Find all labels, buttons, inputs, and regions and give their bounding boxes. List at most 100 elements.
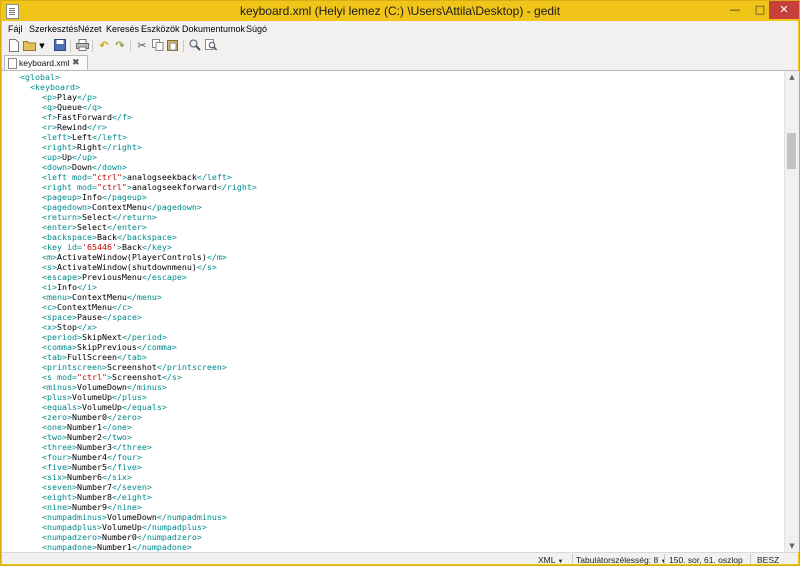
menu-edit[interactable]: Szerkesztés (29, 24, 78, 34)
code-line: <tab>FullScreen</tab> (2, 352, 257, 362)
minimize-button[interactable]: — (722, 1, 748, 19)
code-line: <backspace>Back</backspace> (2, 232, 257, 242)
close-window-button[interactable]: ✕ (769, 1, 799, 19)
find-icon[interactable] (188, 39, 202, 53)
xml-tag: <pageup> (42, 192, 82, 202)
open-dropdown-icon[interactable]: ▼ (38, 39, 46, 53)
code-line: <three>Number3</three> (2, 442, 257, 452)
scrollbar-thumb[interactable] (787, 133, 796, 169)
menu-search[interactable]: Keresés (106, 24, 139, 34)
tab-keyboard-xml[interactable]: keyboard.xml ✖ (4, 55, 88, 70)
xml-text: Number3 (76, 442, 112, 452)
xml-text: ContextMenu (71, 292, 127, 302)
save-icon[interactable] (53, 39, 67, 53)
menu-view[interactable]: Nézet (78, 24, 102, 34)
code-line: <minus>VolumeDown</minus> (2, 382, 257, 392)
xml-tag: <period> (42, 332, 82, 342)
cut-icon[interactable]: ✂ (135, 39, 149, 53)
print-icon[interactable] (75, 39, 89, 53)
scroll-down-arrow-icon[interactable]: ▼ (785, 540, 799, 552)
code-line: <pagedown>ContextMenu</pagedown> (2, 202, 257, 212)
xml-tag: </return> (111, 212, 157, 222)
xml-tag: <tab> (42, 352, 67, 362)
status-divider (750, 554, 751, 564)
xml-tag: <s (42, 372, 57, 382)
code-line: <numpadplus>VolumeUp</numpadplus> (2, 522, 257, 532)
find-replace-icon[interactable] (204, 39, 218, 53)
code-line: <right>Right</right> (2, 142, 257, 152)
xml-tag: </key> (141, 242, 172, 252)
xml-tag: <return> (42, 212, 82, 222)
xml-text: Stop (57, 322, 77, 332)
code-line: <eight>Number8</eight> (2, 492, 257, 502)
xml-text: Pause (76, 312, 102, 322)
xml-tag: <pagedown> (42, 202, 92, 212)
menu-help[interactable]: Súgó (246, 24, 267, 34)
xml-tag: <equals> (42, 402, 82, 412)
scroll-up-arrow-icon[interactable]: ▲ (785, 71, 799, 83)
toolbar-separator (92, 40, 93, 52)
xml-text: ContextMenu (57, 302, 112, 312)
language-label: XML (538, 555, 556, 565)
menu-tools[interactable]: Eszközök (141, 24, 180, 34)
xml-text: Number2 (66, 432, 102, 442)
code-line: <left>Left</left> (2, 132, 257, 142)
status-divider (664, 554, 665, 564)
xml-tag: <global> (20, 72, 60, 82)
xml-attribute-value: "ctrl" (91, 172, 122, 182)
menu-file[interactable]: Fájl (8, 24, 23, 34)
xml-tag: <numpadone> (42, 542, 97, 552)
xml-text: VolumeUp (81, 402, 122, 412)
xml-tag: </p> (76, 92, 97, 102)
paste-icon[interactable] (166, 39, 180, 53)
xml-text: Info (57, 282, 77, 292)
xml-tag: <x> (42, 322, 57, 332)
code-line: <five>Number5</five> (2, 462, 257, 472)
vertical-scrollbar[interactable]: ▲ ▼ (784, 71, 799, 552)
xml-tag: </nine> (106, 502, 142, 512)
xml-tag: </minus> (126, 382, 167, 392)
xml-attribute-value: "ctrl" (96, 182, 127, 192)
xml-text: Queue (57, 102, 82, 112)
xml-tag: <down> (42, 162, 72, 172)
xml-tag: <i> (42, 282, 57, 292)
xml-tag: </numpadzero> (136, 532, 202, 542)
xml-text: Rewind (57, 122, 87, 132)
text-editor[interactable]: <global> <keyboard> <p>Play</p> <q>Queue</q… (2, 71, 784, 552)
copy-icon[interactable] (151, 39, 165, 53)
xml-text: Select (81, 212, 112, 222)
xml-tag: <enter> (42, 222, 77, 232)
new-document-icon[interactable] (7, 39, 21, 53)
close-tab-icon[interactable]: ✖ (72, 57, 80, 68)
code-line: <key id='65446'>Back</key> (2, 242, 257, 252)
xml-attribute: mod= (76, 182, 97, 192)
tab-width-label: Tabulátorszélesség: 8 (576, 555, 659, 565)
xml-text: analogseekback (126, 172, 197, 182)
xml-attribute: mod= (71, 172, 92, 182)
xml-text: FullScreen (66, 352, 117, 362)
toolbar-separator (130, 40, 131, 52)
title-bar[interactable]: keyboard.xml (Helyi lemez (C:) \Users\At… (1, 1, 799, 21)
open-icon[interactable] (23, 39, 37, 53)
status-bar: XML ▼ Tabulátorszélesség: 8 ▼ 150. sor, … (2, 552, 798, 565)
code-line: <numpadminus>VolumeDown</numpadminus> (2, 512, 257, 522)
code-line: <return>Select</return> (2, 212, 257, 222)
undo-icon[interactable]: ↶ (97, 39, 111, 53)
xml-tag: </escape> (141, 272, 187, 282)
xml-text: Back (96, 232, 117, 242)
code-line: <zero>Number0</zero> (2, 412, 257, 422)
menu-documents[interactable]: Dokumentumok (182, 24, 245, 34)
code-line: <p>Play</p> (2, 92, 257, 102)
chevron-down-icon: ▼ (557, 559, 564, 565)
redo-icon[interactable]: ↷ (113, 39, 127, 53)
xml-tag: <left (42, 172, 72, 182)
xml-tag: </c> (111, 302, 132, 312)
xml-text: SkipNext (81, 332, 122, 342)
xml-text: Number0 (71, 412, 107, 422)
language-selector[interactable]: XML ▼ (538, 555, 564, 565)
code-line: <f>FastForward</f> (2, 112, 257, 122)
document-tab-bar: keyboard.xml ✖ (2, 55, 798, 71)
xml-text: FastForward (57, 112, 112, 122)
tab-width-selector[interactable]: Tabulátorszélesség: 8 ▼ (576, 555, 667, 565)
xml-tag: </period> (121, 332, 167, 342)
